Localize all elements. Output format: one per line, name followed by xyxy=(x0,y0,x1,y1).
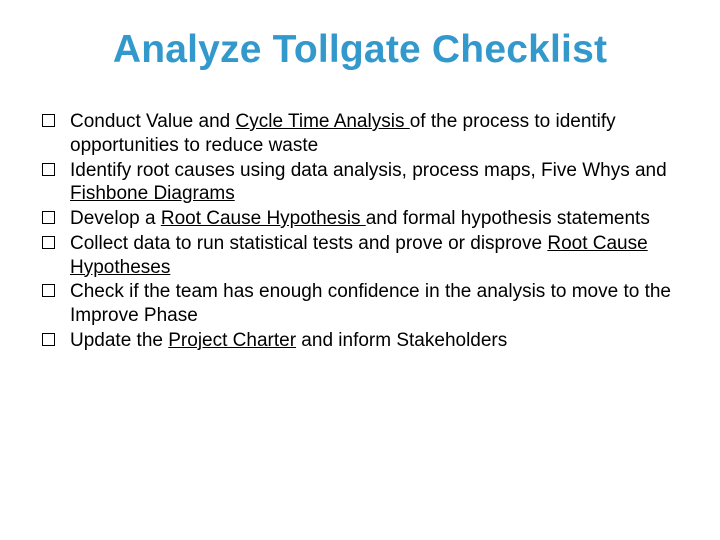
checkbox-icon xyxy=(42,114,55,127)
item-text-pre: Conduct Value and xyxy=(70,111,236,132)
checkbox-icon xyxy=(42,284,55,297)
checkbox-icon xyxy=(42,236,55,249)
item-link[interactable]: Cycle Time Analysis xyxy=(236,111,410,132)
list-item: Check if the team has enough confidence … xyxy=(42,280,680,329)
item-text-pre: Collect data to run statistical tests an… xyxy=(70,233,547,254)
list-item: Develop a Root Cause Hypothesis and form… xyxy=(42,207,680,232)
list-item: Conduct Value and Cycle Time Analysis of… xyxy=(42,110,680,159)
list-item: Identify root causes using data analysis… xyxy=(42,159,680,208)
slide-title: Analyze Tollgate Checklist xyxy=(40,28,680,72)
item-link[interactable]: Project Charter xyxy=(168,330,296,351)
item-link[interactable]: Fishbone Diagrams xyxy=(70,183,235,204)
item-text-post: and formal hypothesis statements xyxy=(366,208,650,229)
slide: Analyze Tollgate Checklist Conduct Value… xyxy=(0,0,720,540)
list-item: Update the Project Charter and inform St… xyxy=(42,329,680,354)
list-item: Collect data to run statistical tests an… xyxy=(42,232,680,281)
checkbox-icon xyxy=(42,163,55,176)
item-text-post: and inform Stakeholders xyxy=(296,330,507,351)
item-text-pre: Develop a xyxy=(70,208,161,229)
checkbox-icon xyxy=(42,333,55,346)
item-text-pre: Update the xyxy=(70,330,168,351)
item-text-pre: Identify root causes using data analysis… xyxy=(70,160,667,181)
item-text-pre: Check if the team has enough confidence … xyxy=(70,281,671,326)
item-link[interactable]: Root Cause Hypothesis xyxy=(161,208,366,229)
checkbox-icon xyxy=(42,211,55,224)
checklist: Conduct Value and Cycle Time Analysis of… xyxy=(40,110,680,354)
